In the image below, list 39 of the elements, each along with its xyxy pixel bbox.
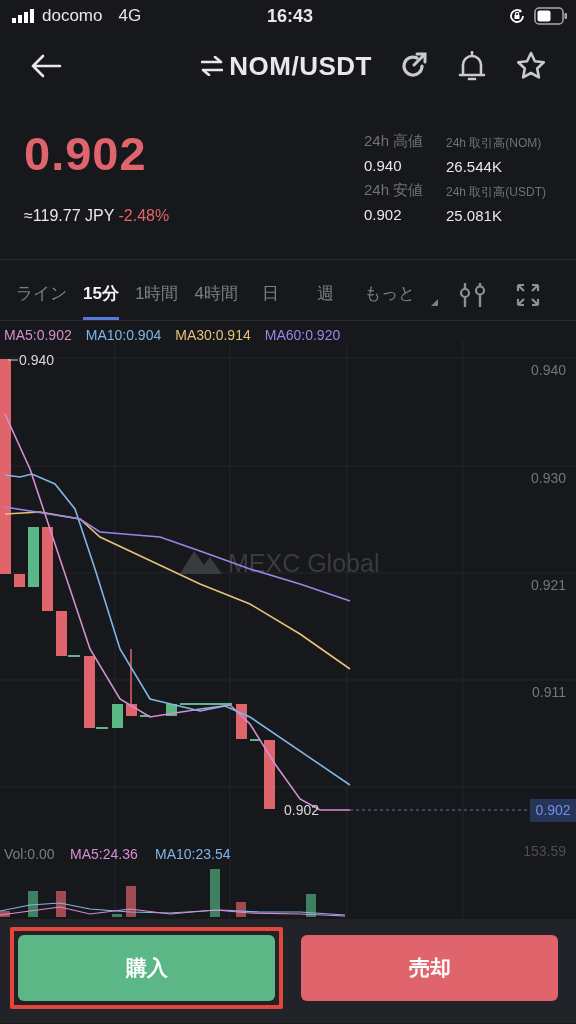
ma-legend-item: MA30:0.914 [175, 327, 251, 343]
stat-value: 25.081K [446, 207, 503, 224]
stat-value: 0.902 [364, 206, 403, 223]
timeframe-tab[interactable]: ライン [16, 270, 67, 320]
timeframe-tab[interactable]: 4時間 [194, 270, 238, 320]
clock-time: 16:43 [266, 5, 313, 27]
low-price-label: 0.902 [284, 802, 320, 818]
stat-value: 0.940 [364, 157, 403, 174]
fiat-price: ≈119.77 JPY [24, 207, 115, 224]
volume-legend-item: Vol:0.00 [4, 846, 55, 862]
buy-button[interactable]: 購入 [18, 935, 275, 1001]
sell-button[interactable]: 売却 [301, 935, 558, 1001]
price-axis-label: 0.911 [532, 684, 566, 700]
price-axis-label: 0.921 [530, 577, 566, 593]
timeframe-tab[interactable]: もっと [363, 270, 415, 320]
price-axis-label: 0.930 [530, 470, 566, 486]
stat-label: 24h 取引高(NOM) [446, 135, 543, 152]
network-type: 4G [118, 6, 142, 26]
pair-title[interactable]: NOM/USDT [229, 50, 372, 82]
ma-legend-item: MA5:0.902 [4, 327, 72, 343]
ma-legend-item: MA60:0.920 [264, 327, 341, 343]
last-price: 0.902 [24, 130, 148, 177]
last-price-tag: 0.902 [530, 799, 576, 822]
timeframe-tab[interactable]: 週 [308, 270, 334, 320]
timeframe-tab[interactable]: 1時間 [134, 270, 179, 320]
stat-label: 24h 取引高(USDT) [446, 184, 546, 201]
volume-legend-item: MA10:23.54 [155, 846, 231, 862]
stat-value: 26.544K [446, 158, 503, 175]
stat-label: 24h 安値 [364, 181, 425, 200]
volume-legend-item: MA5:24.36 [70, 846, 138, 862]
price-axis-label: 0.940 [530, 362, 566, 378]
high-price-label: 0.940 [19, 352, 55, 368]
timeframe-tab[interactable]: 日 [253, 270, 279, 320]
stat-label: 24h 高値 [364, 132, 425, 151]
timeframe-tab[interactable]: 15分 [83, 270, 119, 320]
volume-axis-label: 153.59 [523, 843, 566, 859]
price-change: -2.48% [118, 207, 170, 224]
ma-legend-item: MA10:0.904 [85, 327, 162, 343]
carrier-name: docomo [42, 6, 103, 26]
